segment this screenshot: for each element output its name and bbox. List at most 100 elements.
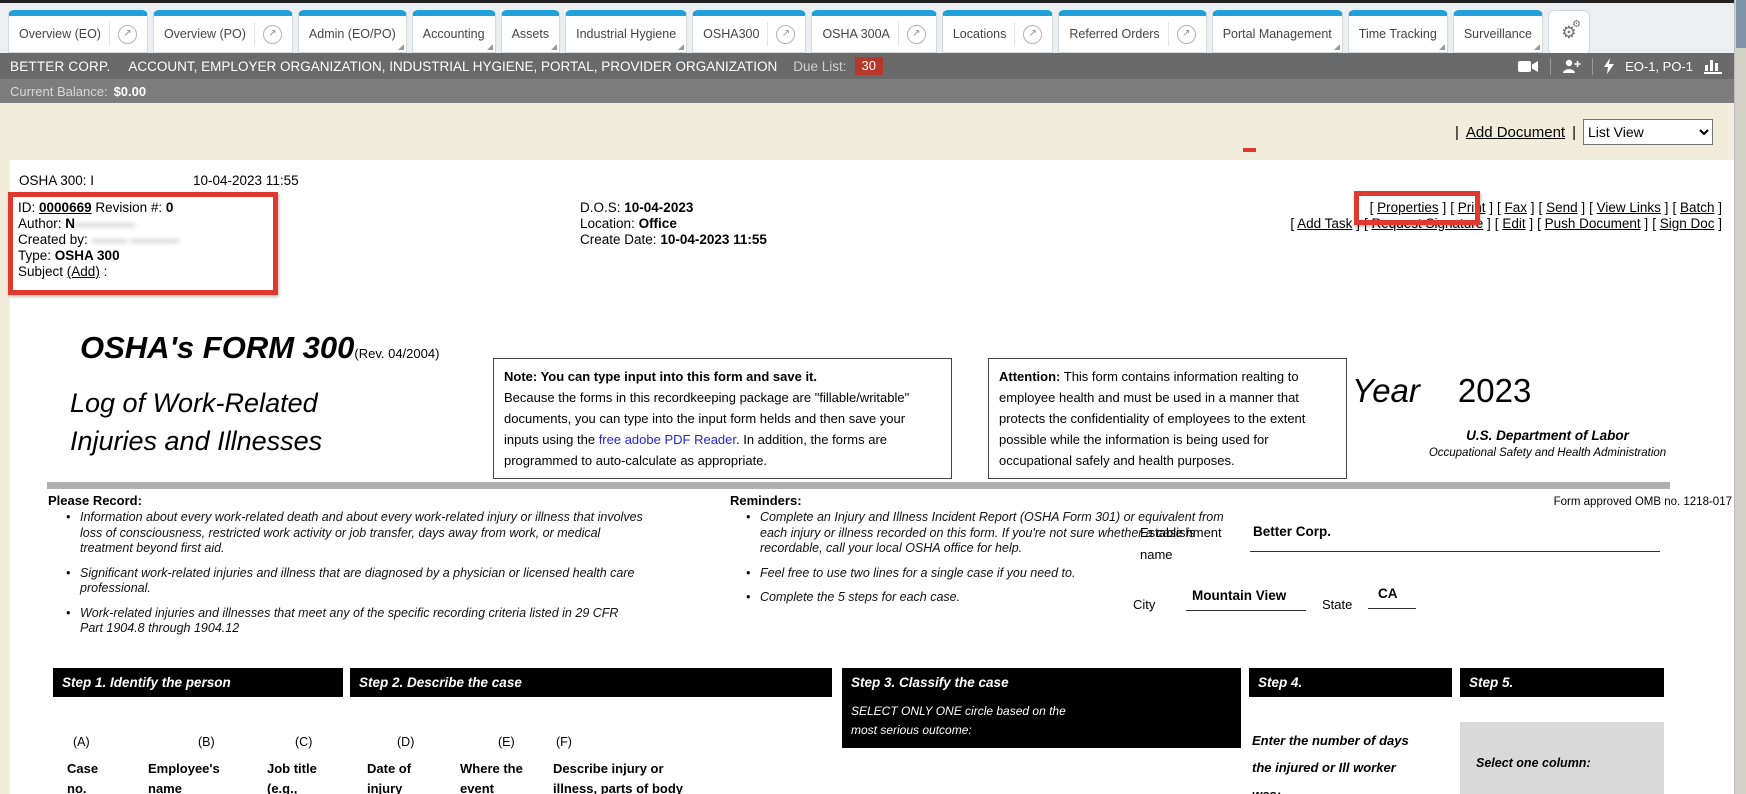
tab-surveillance[interactable]: Surveillance <box>1453 10 1543 53</box>
tab-overview-eo[interactable]: Overview (EO) <box>8 10 148 53</box>
tab-osha-300a[interactable]: OSHA 300A <box>811 10 936 53</box>
send-link[interactable]: Send <box>1546 200 1578 215</box>
document-id-link[interactable]: 0000669 <box>39 200 92 215</box>
column-letter: (A) <box>73 735 90 749</box>
corner-fold-icon <box>551 44 557 50</box>
tab-bar: Overview (EO) Overview (PO) Admin (EO/PO… <box>0 3 1734 53</box>
request-signature-link[interactable]: Request Signature <box>1371 216 1483 231</box>
scrollbar-thumb[interactable] <box>1736 0 1746 48</box>
list-item: Feel free to use two lines for a single … <box>744 566 1234 582</box>
add-task-link[interactable]: Add Task <box>1297 216 1352 231</box>
column-label: Date of injury <box>367 759 425 794</box>
subject-add-link[interactable]: (Add) <box>67 264 100 279</box>
step3-instruction: SELECT ONLY ONE circle based on the most… <box>851 702 1091 740</box>
attention-title: Attention: <box>999 369 1060 384</box>
entity-indicator: EO-1, PO-1 <box>1625 59 1693 74</box>
open-external-icon[interactable] <box>907 25 926 44</box>
tab-osha300[interactable]: OSHA300 <box>692 10 806 53</box>
push-document-link[interactable]: Push Document <box>1545 216 1641 231</box>
establishment-value: Better Corp. <box>1253 524 1331 539</box>
list-item: Complete the 5 steps for each case. <box>744 590 1234 606</box>
column-label: Describe injury or illness, parts of bod… <box>553 759 693 794</box>
balance-label: Current Balance: <box>10 84 108 99</box>
form-subtitle-line2: Injuries and Illnesses <box>70 426 322 457</box>
batch-link[interactable]: Batch <box>1680 200 1715 215</box>
company-name: BETTER CORP. <box>10 59 110 74</box>
tab-label: Overview (PO) <box>164 27 246 41</box>
tab-overview-po[interactable]: Overview (PO) <box>153 10 293 53</box>
open-external-icon[interactable] <box>1023 25 1042 44</box>
tab-label: Locations <box>953 27 1007 41</box>
view-mode-select[interactable]: List View <box>1583 119 1713 145</box>
tab-industrial-hygiene[interactable]: Industrial Hygiene <box>565 10 687 53</box>
fax-link[interactable]: Fax <box>1505 200 1528 215</box>
created-by-redacted: ——— ———— <box>92 233 179 247</box>
sign-doc-link[interactable]: Sign Doc <box>1660 216 1715 231</box>
column-letter: (D) <box>397 735 414 749</box>
create-date-line: Create Date: 10-04-2023 11:55 <box>580 232 767 247</box>
tab-label: Industrial Hygiene <box>576 27 676 41</box>
tab-label: Referred Orders <box>1069 27 1159 41</box>
tab-portal-management[interactable]: Portal Management <box>1212 10 1343 53</box>
column-letter: (C) <box>295 735 312 749</box>
corner-fold-icon <box>1534 44 1540 50</box>
list-item: Significant work-related injuries and il… <box>64 566 644 597</box>
tab-label: Surveillance <box>1464 27 1532 41</box>
action-links-row1: Properties Print Fax Send View Links Batch <box>1366 200 1722 215</box>
column-label: Job title (e.g., <box>267 759 333 794</box>
tab-accounting[interactable]: Accounting <box>412 10 496 53</box>
open-external-icon[interactable] <box>263 25 282 44</box>
column-label: Case no. <box>67 759 111 794</box>
author-value: N <box>65 216 75 231</box>
id-line: ID: 0000669 Revision #: 0 <box>18 200 173 215</box>
step4-header: Step 4. <box>1249 668 1452 697</box>
tab-label: Assets <box>512 27 550 41</box>
state-value: CA <box>1378 586 1398 601</box>
corner-fold-icon <box>1334 44 1340 50</box>
properties-link[interactable]: Properties <box>1377 200 1439 215</box>
author-line: Author: N————— <box>18 216 135 231</box>
tab-locations[interactable]: Locations <box>942 10 1054 53</box>
open-external-icon[interactable] <box>1177 25 1196 44</box>
open-external-icon[interactable] <box>118 25 137 44</box>
city-underline <box>1186 610 1306 611</box>
bar-chart-icon[interactable] <box>1704 58 1722 74</box>
step2-header: Step 2. Describe the case <box>350 668 832 697</box>
tab-referred-orders[interactable]: Referred Orders <box>1058 10 1206 53</box>
tab-admin-eo-po[interactable]: Admin (EO/PO) <box>298 10 407 53</box>
tab-settings-gears-icon[interactable] <box>1548 10 1590 55</box>
vertical-scrollbar[interactable] <box>1734 0 1746 794</box>
view-links-link[interactable]: View Links <box>1597 200 1661 215</box>
year-label: Year <box>1352 372 1420 409</box>
attention-box: Attention: This form contains informatio… <box>988 358 1347 479</box>
document-title: OSHA 300: I <box>19 173 94 188</box>
add-document-link[interactable]: Add Document <box>1466 124 1565 141</box>
balance-bar: Current Balance: $0.00 <box>0 79 1746 103</box>
list-item: Work-related injuries and illnesses that… <box>64 606 644 637</box>
column-label: Where the event <box>460 759 538 794</box>
edit-link[interactable]: Edit <box>1502 216 1525 231</box>
lightning-icon[interactable] <box>1604 58 1614 74</box>
organization-bar: BETTER CORP. ACCOUNT, EMPLOYER ORGANIZAT… <box>0 53 1746 79</box>
print-link[interactable]: Print <box>1458 200 1486 215</box>
document-datetime: 10-04-2023 11:55 <box>193 173 299 188</box>
document-toolbar: | Add Document | List View <box>1455 119 1713 145</box>
year-row: Year2023 <box>1352 372 1531 410</box>
video-camera-icon[interactable] <box>1518 60 1539 73</box>
tab-assets[interactable]: Assets <box>501 10 561 53</box>
add-person-icon[interactable] <box>1562 59 1581 73</box>
form-title: OSHA's FORM 300(Rev. 04/2004) <box>80 330 439 366</box>
pdf-reader-link[interactable]: free adobe PDF Reader <box>599 432 736 447</box>
tab-label: Accounting <box>423 27 485 41</box>
app-window: Overview (EO) Overview (PO) Admin (EO/PO… <box>0 0 1746 794</box>
tab-label: Time Tracking <box>1359 27 1437 41</box>
reminders-title: Reminders: <box>730 493 802 508</box>
tab-time-tracking[interactable]: Time Tracking <box>1348 10 1448 53</box>
annotation-dash <box>1243 148 1256 152</box>
step1-header: Step 1. Identify the person <box>53 668 343 697</box>
establishment-label: Establishment name <box>1140 522 1240 566</box>
step5-instruction: Select one column: <box>1476 756 1591 770</box>
open-external-icon[interactable] <box>776 25 795 44</box>
due-list-label: Due List: <box>793 59 846 74</box>
due-list-badge[interactable]: 30 <box>855 57 883 75</box>
